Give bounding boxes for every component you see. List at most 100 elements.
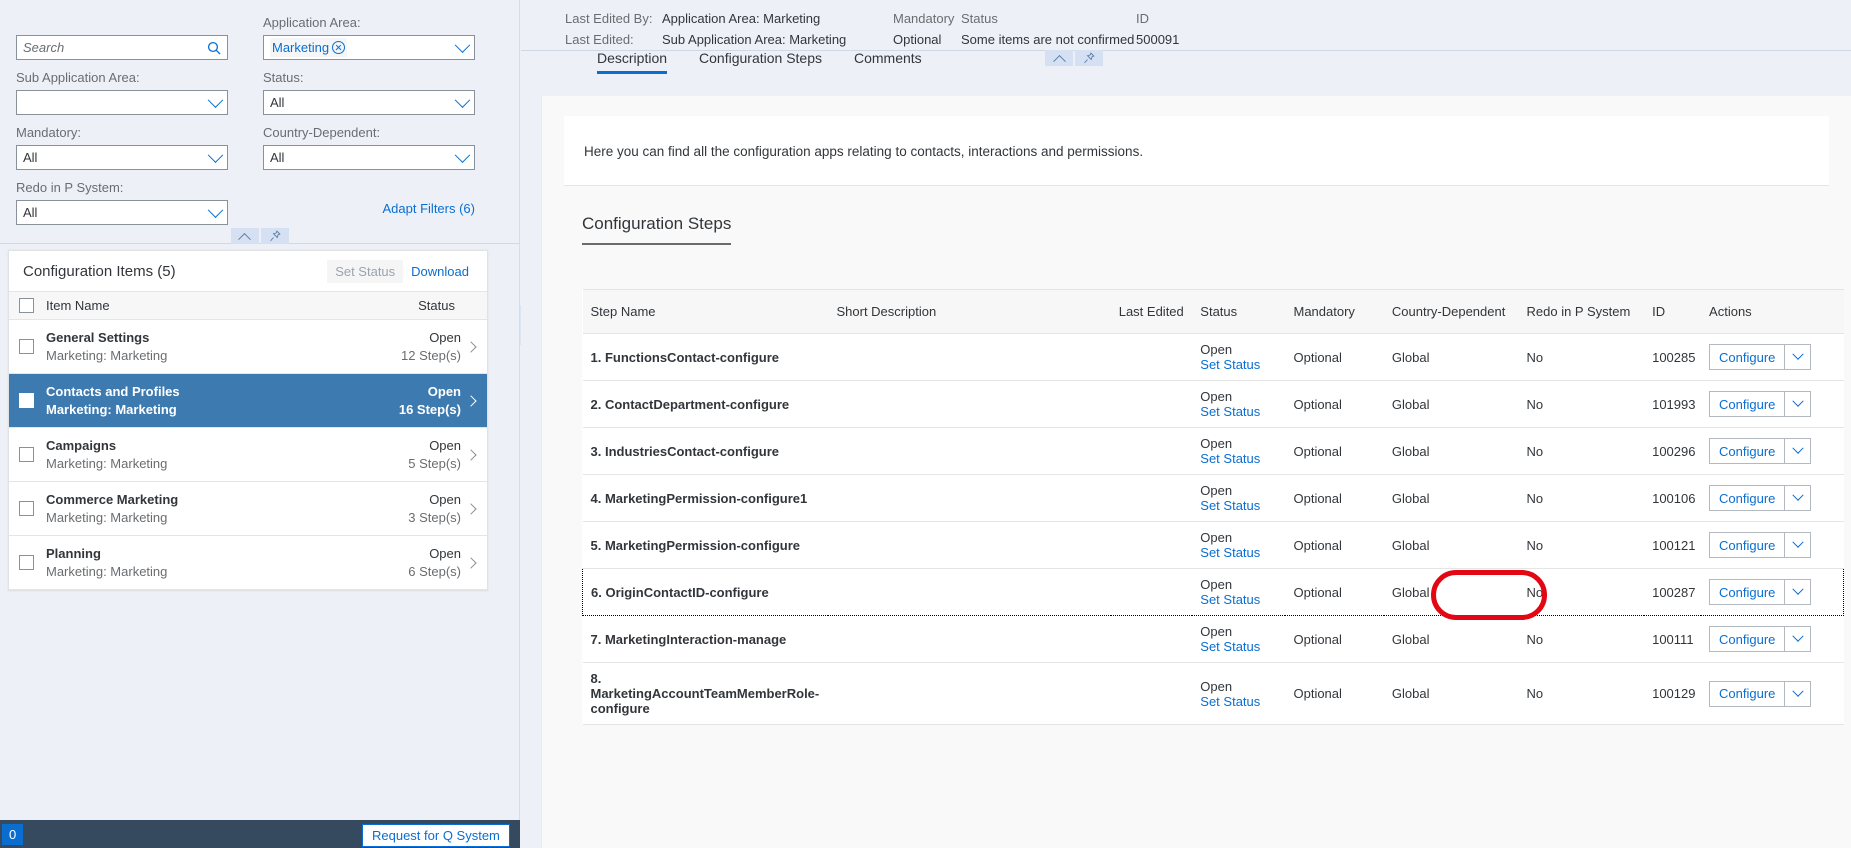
chevron-down-icon[interactable] xyxy=(1784,627,1810,651)
cell-redo-in-p-system: No xyxy=(1518,427,1645,475)
status-value: Open xyxy=(1200,483,1233,498)
chevron-down-icon[interactable] xyxy=(1784,580,1810,604)
chevron-down-icon[interactable] xyxy=(1784,439,1810,463)
redo-in-p-system-select[interactable]: All xyxy=(16,200,228,225)
table-row[interactable]: 8. MarketingAccountTeamMemberRole-config… xyxy=(582,662,1844,725)
cell-status: Open Set Status xyxy=(1192,474,1286,522)
country-dependent-field-wrap: Country-Dependent: All xyxy=(263,124,475,170)
chevron-down-icon[interactable] xyxy=(1784,345,1810,369)
chevron-down-icon[interactable] xyxy=(454,91,471,108)
table-row[interactable]: 5. MarketingPermission-configure Open Set … xyxy=(582,521,1844,569)
list-item[interactable]: Commerce Marketing Marketing: Marketing Op… xyxy=(9,482,487,536)
configure-button-group: Configure xyxy=(1709,579,1812,605)
chevron-down-icon[interactable] xyxy=(1784,392,1810,416)
chevron-down-icon[interactable] xyxy=(1784,533,1810,557)
chevron-down-icon[interactable] xyxy=(207,201,224,218)
list-item-main: Planning Marketing: Marketing xyxy=(46,545,366,581)
search-input[interactable]: Search xyxy=(16,35,228,60)
header-group-mandatory: Mandatory Optional xyxy=(893,8,961,50)
cell-last-edited xyxy=(1110,521,1193,569)
list-item[interactable]: Campaigns Marketing: Marketing Open 5 Step(… xyxy=(9,428,487,482)
cell-id: 100111 xyxy=(1644,615,1702,663)
application-area-input[interactable]: Marketing xyxy=(263,35,475,60)
set-status-link[interactable]: Set Status xyxy=(1200,404,1277,419)
configure-button-group: Configure xyxy=(1709,438,1812,464)
header-application-area: Application Area: Marketing xyxy=(662,11,821,26)
chevron-right-icon[interactable] xyxy=(461,340,481,353)
country-dependent-select[interactable]: All xyxy=(263,145,475,170)
configure-button[interactable]: Configure xyxy=(1710,392,1784,416)
footer-badge: 0 xyxy=(2,823,24,845)
select-all-checkbox[interactable] xyxy=(19,298,34,313)
set-status-link[interactable]: Set Status xyxy=(1200,545,1277,560)
redo-in-p-system-value: All xyxy=(23,205,38,220)
configure-button[interactable]: Configure xyxy=(1710,580,1784,604)
chevron-down-icon[interactable] xyxy=(1784,486,1810,510)
row-checkbox[interactable] xyxy=(19,555,34,570)
application-area-token[interactable]: Marketing xyxy=(270,38,348,57)
configuration-steps-table: Step Name Short Description Last Edited Sta… xyxy=(582,289,1845,725)
pin-filters-button[interactable] xyxy=(260,228,289,244)
row-checkbox[interactable] xyxy=(19,339,34,354)
set-status-link[interactable]: Set Status xyxy=(1200,357,1277,372)
table-row[interactable]: 4. MarketingPermission-configure1 Open Set… xyxy=(582,474,1844,522)
request-for-q-system-button[interactable]: Request for Q System xyxy=(362,824,510,847)
list-item-name: General Settings xyxy=(46,329,150,345)
mandatory-label: Mandatory: xyxy=(16,125,82,140)
download-button[interactable]: Download xyxy=(403,260,477,283)
chevron-right-icon[interactable] xyxy=(461,394,481,407)
collapse-filters-button[interactable] xyxy=(230,228,259,246)
chevron-down-icon[interactable] xyxy=(454,36,471,53)
chevron-right-icon[interactable] xyxy=(461,502,481,515)
chevron-down-icon[interactable] xyxy=(1784,681,1810,706)
header-sub-application-area: Sub Application Area: Marketing xyxy=(662,32,847,47)
set-status-button[interactable]: Set Status xyxy=(327,259,404,283)
chevron-right-icon[interactable] xyxy=(461,556,481,569)
close-icon[interactable] xyxy=(332,41,346,54)
sub-application-area-select[interactable] xyxy=(16,90,228,115)
cell-step-name: 4. MarketingPermission-configure1 xyxy=(582,474,829,522)
cell-actions: Configure xyxy=(1701,380,1844,428)
cell-actions: Configure xyxy=(1701,568,1845,616)
header-group-last-edited: Last Edited By: Last Edited: xyxy=(565,8,662,50)
configure-button-group: Configure xyxy=(1709,485,1812,511)
status-select[interactable]: All xyxy=(263,90,475,115)
list-item-name: Commerce Marketing xyxy=(46,491,179,507)
chevron-right-icon[interactable] xyxy=(461,448,481,461)
column-header-redo-in-p-system: Redo in P System xyxy=(1518,289,1645,334)
cell-id: 100129 xyxy=(1644,662,1702,725)
set-status-link[interactable]: Set Status xyxy=(1200,592,1277,607)
set-status-link[interactable]: Set Status xyxy=(1200,639,1277,654)
chevron-down-icon[interactable] xyxy=(207,91,224,108)
mandatory-select[interactable]: All xyxy=(16,145,228,170)
configure-button[interactable]: Configure xyxy=(1710,486,1784,510)
row-checkbox[interactable] xyxy=(19,447,34,462)
table-row[interactable]: 2. ContactDepartment-configure Open Set St… xyxy=(582,380,1844,428)
chevron-down-icon[interactable] xyxy=(207,146,224,163)
table-row[interactable]: 1. FunctionsContact-configure Open Set Sta… xyxy=(582,333,1844,381)
adapt-filters-link[interactable]: Adapt Filters (6) xyxy=(263,179,475,234)
set-status-link[interactable]: Set Status xyxy=(1200,694,1277,709)
tab-description[interactable]: Description xyxy=(581,50,683,74)
table-row[interactable]: 6. OriginContactID-configure Open Set Stat… xyxy=(582,568,1845,616)
configure-button[interactable]: Configure xyxy=(1710,533,1784,557)
tab-configuration-steps[interactable]: Configuration Steps xyxy=(683,50,838,74)
tab-comments[interactable]: Comments xyxy=(838,50,938,74)
row-checkbox[interactable] xyxy=(19,501,34,516)
list-item[interactable]: Contacts and Profiles Marketing: Marketin… xyxy=(9,374,487,428)
set-status-link[interactable]: Set Status xyxy=(1200,498,1277,513)
list-item[interactable]: General Settings Marketing: Marketing Open… xyxy=(9,320,487,374)
configure-button[interactable]: Configure xyxy=(1710,682,1784,706)
list-item[interactable]: Planning Marketing: Marketing Open 6 Step(s… xyxy=(9,536,487,590)
chevron-down-icon[interactable] xyxy=(454,146,471,163)
configure-button[interactable]: Configure xyxy=(1710,627,1784,651)
status-value: Open xyxy=(1200,624,1233,639)
configure-button[interactable]: Configure xyxy=(1710,345,1784,369)
configure-button[interactable]: Configure xyxy=(1710,439,1784,463)
set-status-link[interactable]: Set Status xyxy=(1200,451,1277,466)
row-checkbox[interactable] xyxy=(19,393,34,408)
search-icon[interactable] xyxy=(207,41,221,55)
table-row[interactable]: 3. IndustriesContact-configure Open Set St… xyxy=(582,427,1844,475)
configuration-steps-section: Configuration Steps xyxy=(582,214,732,245)
table-row[interactable]: 7. MarketingInteraction-manage Open Set St… xyxy=(582,615,1844,663)
